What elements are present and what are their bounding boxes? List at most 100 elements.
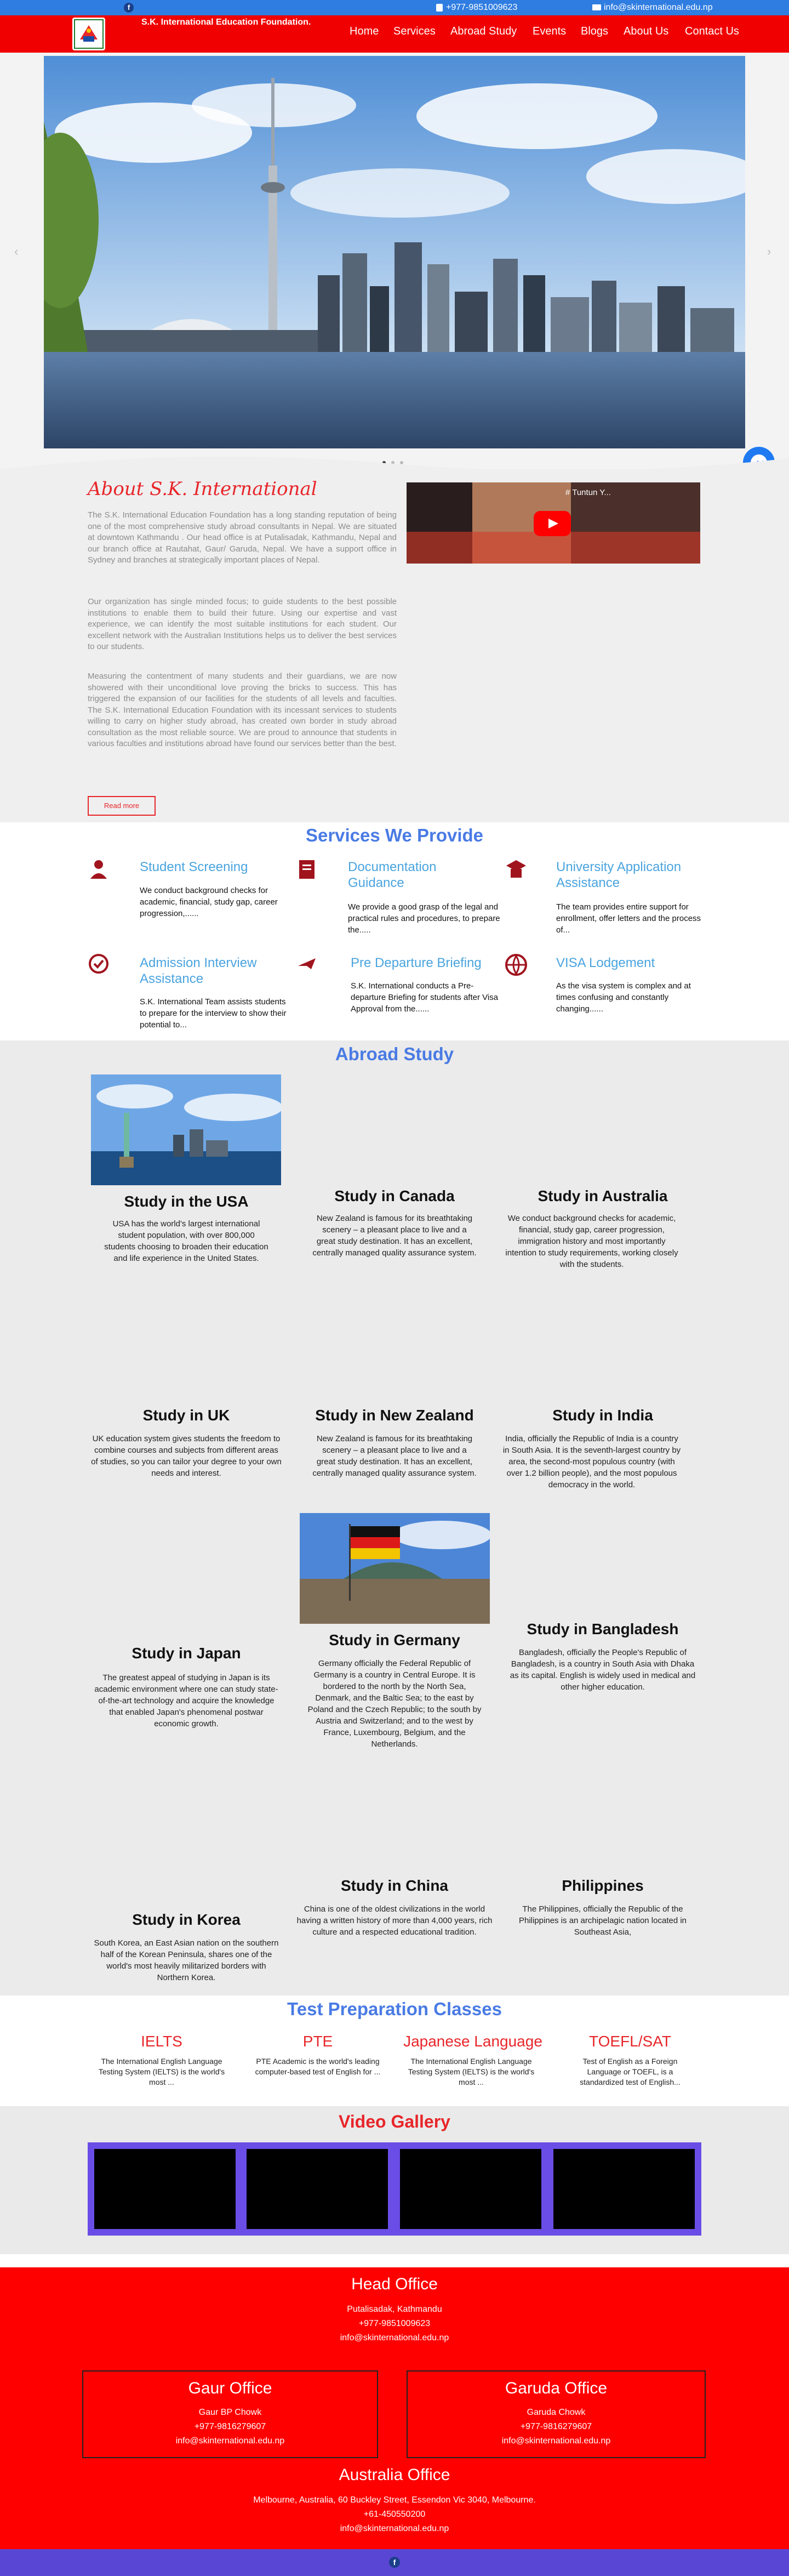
study-title-new-zealand[interactable]: Study in New Zealand [301,1407,488,1424]
gaur-office-title: Gaur Office [188,2379,272,2397]
visa-lodgement-icon [504,953,528,977]
study-title-india[interactable]: Study in India [510,1407,696,1424]
brand-name: S.K. International Education Foundation. [141,18,311,27]
study-title-australia[interactable]: Study in Australia [510,1187,696,1205]
study-title-canada[interactable]: Study in Canada [301,1187,488,1205]
head-office-phone[interactable]: +977-9851009623 [0,2319,789,2329]
abroad-study-title: Abroad Study [335,1044,454,1064]
study-title-usa[interactable]: Study in the USA [93,1193,279,1210]
top-bar: f +977-9851009623 info@skinternational.e… [0,0,789,15]
study-title-bangladesh[interactable]: Study in Bangladesh [510,1620,696,1638]
logo[interactable] [72,18,105,50]
nav-about-us[interactable]: About Us [624,25,668,38]
test-title-toefl[interactable]: TOEFL/SAT [556,2033,704,2050]
study-text-canada: New Zealand is famous for its breathtaki… [312,1214,477,1258]
admission-interview-icon [88,953,110,975]
about-video-embed[interactable]: # Tuntun Y... [407,482,700,564]
about-title: About S.K. International [88,478,317,500]
garuda-office-email[interactable]: info@skinternational.edu.np [407,2436,706,2446]
test-text-ielts: The International English Language Testi… [98,2057,225,2086]
australia-office-address: Melbourne, Australia, 60 Buckley Street,… [253,2495,536,2505]
service-text-pre-departure: S.K. International conducts a Pre-depart… [351,981,499,1014]
nav-contact-us[interactable]: Contact Us [685,25,739,38]
video-thumbnail-2[interactable] [247,2149,388,2229]
bottom-facebook-icon[interactable]: f [389,2557,400,2568]
nav-services[interactable]: Services [393,25,436,38]
slider-next-arrow[interactable]: › [767,244,771,259]
hero-slider: ‹ › [0,53,789,469]
study-title-uk[interactable]: Study in UK [93,1407,279,1424]
read-more-label: Read more [104,801,140,810]
gaur-office-address: Gaur BP Chowk [198,2408,262,2417]
study-text-bangladesh: Bangladesh, officially the People's Repu… [510,1648,696,1692]
service-text-documentation-guidance: We provide a good grasp of the legal and… [348,902,500,935]
garuda-office-address: Garuda Chowk [527,2408,586,2417]
hero-image [44,56,745,448]
service-title-visa-lodgement[interactable]: VISA Lodgement [556,955,699,971]
test-prep-title: Test Preparation Classes [287,1999,502,2019]
video-title: # Tuntun Y... [565,488,611,497]
study-text-china: China is one of the oldest civilizations… [296,1904,493,1937]
study-title-korea[interactable]: Study in Korea [93,1911,279,1929]
germany-image [300,1513,490,1624]
test-text-pte: PTE Academic is the world's leading comp… [255,2057,381,2076]
study-text-new-zealand: New Zealand is famous for its breathtaki… [312,1434,477,1478]
australia-office-title: Australia Office [339,2466,450,2484]
study-text-australia: We conduct background checks for academi… [505,1214,678,1269]
test-title-pte[interactable]: PTE [244,2033,392,2050]
video-thumbnail-3[interactable] [400,2149,541,2229]
video-gallery-title: Video Gallery [339,2112,450,2131]
service-text-admission-interview: S.K. International Team assists students… [140,997,287,1030]
study-title-china[interactable]: Study in China [301,1877,488,1895]
youtube-play-icon[interactable] [534,511,571,536]
service-title-documentation-guidance[interactable]: Documentation Guidance [348,859,458,891]
usa-image [91,1074,281,1185]
test-text-japanese: The International English Language Testi… [408,2057,535,2086]
service-text-student-screening: We conduct background checks for academi… [140,886,278,918]
study-text-usa: USA has the world's largest internationa… [104,1219,268,1263]
head-office-address: Putalisadak, Kathmandu [347,2305,442,2314]
read-more-button[interactable]: Read more [88,796,156,816]
study-title-philippines[interactable]: Philippines [510,1877,696,1895]
about-paragraph-1: The S.K. International Education Foundat… [88,510,397,565]
garuda-office-phone[interactable]: +977-9816279607 [407,2422,706,2432]
student-screening-icon [88,858,110,880]
service-text-visa-lodgement: As the visa system is complex and at tim… [556,981,691,1014]
study-text-uk: UK education system gives students the f… [91,1434,282,1478]
gaur-office-email[interactable]: info@skinternational.edu.np [82,2436,378,2446]
video-thumbnail-4[interactable] [553,2149,695,2229]
service-title-university-application[interactable]: University Application Assistance [556,859,699,891]
nav-home[interactable]: Home [350,25,379,38]
head-office-title: Head Office [351,2275,438,2293]
about-paragraph-3: Measuring the contentment of many studen… [88,672,397,748]
australia-office-email[interactable]: info@skinternational.edu.np [0,2524,789,2534]
services-title: Services We Provide [305,825,484,845]
about-paragraph-2: Our organization has single minded focus… [88,597,397,651]
facebook-icon[interactable]: f [124,3,134,13]
nav-events[interactable]: Events [533,25,566,38]
test-title-japanese[interactable]: Japanese Language [399,2033,547,2050]
test-title-ielts[interactable]: IELTS [88,2033,236,2050]
garuda-office-title: Garuda Office [505,2379,608,2397]
nav-abroad-study[interactable]: Abroad Study [450,25,517,38]
pre-departure-icon [296,953,318,975]
service-title-student-screening[interactable]: Student Screening [140,859,304,875]
study-text-korea: South Korea, an East Asian nation on the… [94,1938,279,1982]
phone-icon [436,4,443,12]
mail-icon [592,4,601,10]
study-title-japan[interactable]: Study in Japan [93,1645,279,1662]
head-office-email[interactable]: info@skinternational.edu.np [0,2333,789,2343]
topbar-phone[interactable]: +977-9851009623 [446,3,517,13]
study-title-germany[interactable]: Study in Germany [301,1631,488,1649]
slider-prev-arrow[interactable]: ‹ [14,244,18,259]
gaur-office-phone[interactable]: +977-9816279607 [82,2422,378,2432]
service-title-admission-interview[interactable]: Admission Interview Assistance [140,955,271,987]
nav-blogs[interactable]: Blogs [581,25,608,38]
study-text-japan: The greatest appeal of studying in Japan… [94,1673,278,1728]
video-thumbnail-1[interactable] [94,2149,236,2229]
study-text-india: India, officially the Republic of India … [502,1434,681,1489]
australia-office-phone[interactable]: +61-450550200 [0,2510,789,2520]
study-text-philippines: The Philippines, officially the Republic… [518,1904,687,1937]
service-title-pre-departure[interactable]: Pre Departure Briefing [351,955,510,971]
topbar-email[interactable]: info@skinternational.edu.np [604,3,713,13]
